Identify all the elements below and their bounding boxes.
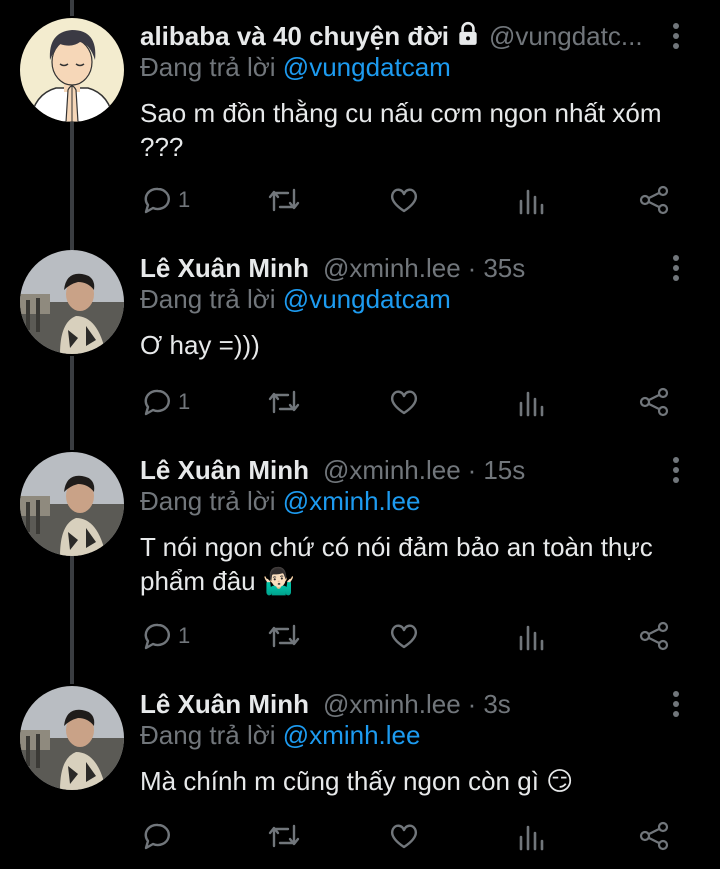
replying-to: Đang trả lời @xminh.lee [140, 720, 420, 751]
more-options-icon[interactable] [664, 456, 688, 484]
reply-mention-link[interactable]: @vungdatcam [283, 52, 451, 82]
replying-to-label: Đang trả lời [140, 284, 276, 314]
username[interactable]: @xminh.lee [323, 455, 461, 486]
avatar[interactable] [20, 452, 124, 556]
retweet-icon [266, 184, 302, 216]
separator-dot: · [467, 688, 477, 719]
reply-button[interactable]: 1 [142, 384, 190, 420]
timestamp[interactable]: 3s [483, 689, 510, 720]
like-button[interactable] [388, 182, 420, 218]
retweet-button[interactable] [266, 384, 302, 420]
heart-icon [388, 620, 420, 652]
replying-to-label: Đang trả lời [140, 52, 276, 82]
timestamp[interactable]: 15s [483, 455, 525, 486]
tweet[interactable]: Lê Xuân Minh @xminh.lee · 3s Đang trả lờ… [0, 686, 720, 869]
heart-icon [388, 820, 420, 852]
lock-icon [455, 21, 481, 52]
replying-to: Đang trả lời @vungdatcam [140, 52, 451, 83]
like-button[interactable] [388, 818, 420, 854]
tweet-header: Lê Xuân Minh @xminh.lee · 35s [140, 250, 660, 286]
retweet-icon [266, 820, 302, 852]
share-button[interactable] [638, 818, 670, 854]
tweet[interactable]: Lê Xuân Minh @xminh.lee · 35s Đang trả l… [0, 250, 720, 430]
reply-icon [142, 820, 174, 852]
more-options-icon[interactable] [664, 22, 688, 50]
analytics-icon [516, 820, 546, 852]
avatar[interactable] [20, 686, 124, 790]
share-icon [638, 620, 670, 652]
share-icon [638, 184, 670, 216]
profile-photo [20, 250, 124, 354]
analytics-icon [516, 184, 546, 216]
views-button[interactable] [516, 818, 546, 854]
replying-to: Đang trả lời @vungdatcam [140, 284, 451, 315]
replying-to: Đang trả lời @xminh.lee [140, 486, 420, 517]
tweet-header: alibaba và 40 chuyện đời @vungdatc... [140, 18, 660, 54]
reply-count: 1 [178, 623, 191, 648]
retweet-icon [266, 386, 302, 418]
reply-icon [142, 386, 174, 418]
tweet-text: Sao m đồn thằng cu nấu cơm ngon nhất xóm… [140, 98, 662, 162]
analytics-icon [516, 620, 546, 652]
share-button[interactable] [638, 384, 670, 420]
share-button[interactable] [638, 182, 670, 218]
action-bar: 1 [140, 384, 680, 420]
tweet[interactable]: alibaba và 40 chuyện đời @vungdatc... Đa… [0, 18, 720, 218]
share-button[interactable] [638, 618, 670, 654]
display-name[interactable]: Lê Xuân Minh [140, 689, 309, 720]
tweet-header: Lê Xuân Minh @xminh.lee · 15s [140, 452, 660, 488]
reply-button[interactable] [142, 818, 178, 854]
display-name[interactable]: alibaba và 40 chuyện đời [140, 21, 449, 52]
username[interactable]: @vungdatc... [489, 21, 643, 52]
reply-count: 1 [178, 389, 191, 414]
timestamp[interactable]: 35s [483, 253, 525, 284]
retweet-button[interactable] [266, 818, 302, 854]
views-button[interactable] [516, 182, 546, 218]
retweet-icon [266, 620, 302, 652]
reply-mention-link[interactable]: @xminh.lee [283, 486, 421, 516]
reply-icon [142, 620, 174, 652]
separator-dot: · [467, 454, 477, 485]
views-button[interactable] [516, 618, 546, 654]
avatar[interactable] [20, 250, 124, 354]
reply-mention-link[interactable]: @vungdatcam [283, 284, 451, 314]
share-icon [638, 820, 670, 852]
analytics-icon [516, 386, 546, 418]
heart-icon [388, 184, 420, 216]
action-bar: 1 [140, 618, 680, 654]
reply-mention-link[interactable]: @xminh.lee [283, 720, 421, 750]
display-name[interactable]: Lê Xuân Minh [140, 455, 309, 486]
retweet-button[interactable] [266, 618, 302, 654]
more-options-icon[interactable] [664, 690, 688, 718]
tweet-text: Mà chính m cũng thấy ngon còn gì 😏 [140, 766, 574, 796]
profile-photo [20, 452, 124, 556]
action-bar: 1 [140, 182, 680, 218]
username[interactable]: @xminh.lee [323, 689, 461, 720]
username[interactable]: @xminh.lee [323, 253, 461, 284]
reply-icon [142, 184, 174, 216]
tweet-text: Ơ hay =))) [140, 330, 260, 360]
display-name[interactable]: Lê Xuân Minh [140, 253, 309, 284]
retweet-button[interactable] [266, 182, 302, 218]
tweet[interactable]: Lê Xuân Minh @xminh.lee · 15s Đang trả l… [0, 452, 720, 666]
share-icon [638, 386, 670, 418]
action-bar [140, 818, 680, 854]
like-button[interactable] [388, 618, 420, 654]
replying-to-label: Đang trả lời [140, 720, 276, 750]
tweet-text: T nói ngon chứ có nói đảm bảo an toàn th… [140, 532, 653, 596]
views-button[interactable] [516, 384, 546, 420]
reply-button[interactable]: 1 [142, 182, 190, 218]
anime-avatar-image [20, 18, 124, 122]
reply-count: 1 [178, 187, 191, 212]
more-options-icon[interactable] [664, 254, 688, 282]
tweet-header: Lê Xuân Minh @xminh.lee · 3s [140, 686, 660, 722]
reply-button[interactable]: 1 [142, 618, 190, 654]
like-button[interactable] [388, 384, 420, 420]
separator-dot: · [467, 252, 477, 283]
replying-to-label: Đang trả lời [140, 486, 276, 516]
avatar[interactable] [20, 18, 124, 122]
heart-icon [388, 386, 420, 418]
profile-photo [20, 686, 124, 790]
thread-line [70, 0, 74, 16]
